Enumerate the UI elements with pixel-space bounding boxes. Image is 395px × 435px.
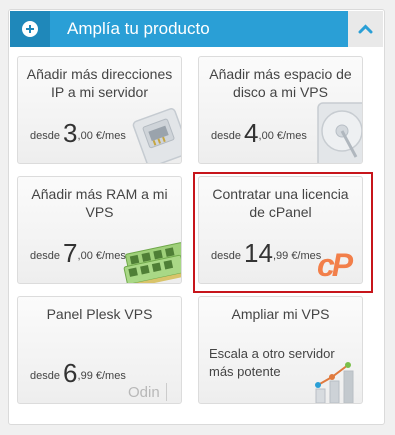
panel-header: Amplía tu producto: [10, 11, 383, 47]
price-prefix: desde: [30, 250, 60, 262]
price-prefix: desde: [211, 250, 241, 262]
price-prefix: desde: [211, 130, 241, 142]
add-button[interactable]: [10, 11, 50, 47]
network-card-icon: [132, 108, 181, 163]
product-card-ip[interactable]: Añadir más direcciones IP a mi servidor …: [17, 56, 182, 164]
price: desde 4,00 €/mes: [211, 118, 307, 149]
price: desde 7,00 €/mes: [30, 238, 126, 269]
odin-logo: Odin: [128, 384, 160, 401]
scale-chart-icon: [315, 362, 354, 403]
product-card-disk[interactable]: Añadir más espacio de disco a mi VPS des…: [198, 56, 363, 164]
product-card-plesk[interactable]: Panel Plesk VPS Odin desde 6,99 €/mes: [17, 296, 182, 404]
price-integer: 14: [244, 238, 273, 268]
price-decimal: ,99 €/mes: [272, 250, 322, 262]
card-title: Contratar una licencia de cPanel: [212, 186, 349, 220]
hard-disk-icon: [317, 102, 362, 163]
price-prefix: desde: [30, 370, 60, 382]
card-title: Añadir más RAM a mi VPS: [31, 186, 168, 220]
collapse-button[interactable]: [348, 11, 383, 47]
card-title: Añadir más espacio de disco a mi VPS: [209, 66, 352, 100]
product-card-cpanel[interactable]: Contratar una licencia de cPanel cP desd…: [198, 176, 363, 284]
price-integer: 7: [63, 238, 78, 268]
price: desde 6,99 €/mes: [30, 358, 126, 389]
price: desde 14,99 €/mes: [211, 238, 321, 269]
product-card-ram[interactable]: Añadir más RAM a mi VPS desde 7,00 €/mes: [17, 176, 182, 284]
price-decimal: ,00 €/mes: [77, 130, 126, 142]
price-prefix: desde: [30, 130, 60, 142]
card-title: Añadir más direcciones IP a mi servidor: [26, 66, 173, 100]
price: desde 3,00 €/mes: [30, 118, 126, 149]
card-title: Panel Plesk VPS: [46, 306, 153, 322]
plus-circle-icon: [22, 21, 38, 37]
cpanel-logo: cP: [317, 247, 353, 283]
price-integer: 3: [63, 118, 78, 148]
price-decimal: ,00 €/mes: [77, 250, 126, 262]
price-integer: 6: [63, 358, 78, 388]
price-decimal: ,99 €/mes: [77, 370, 126, 382]
chevron-up-icon: [358, 24, 373, 34]
price-decimal: ,00 €/mes: [258, 130, 307, 142]
logo-divider: [166, 383, 167, 401]
ram-module-icon: [123, 242, 181, 283]
card-title: Ampliar mi VPS: [231, 306, 330, 322]
panel-title: Amplía tu producto: [67, 19, 210, 38]
price-integer: 4: [244, 118, 259, 148]
product-card-scale-vps[interactable]: Ampliar mi VPS Escala a otro servidor má…: [198, 296, 363, 404]
